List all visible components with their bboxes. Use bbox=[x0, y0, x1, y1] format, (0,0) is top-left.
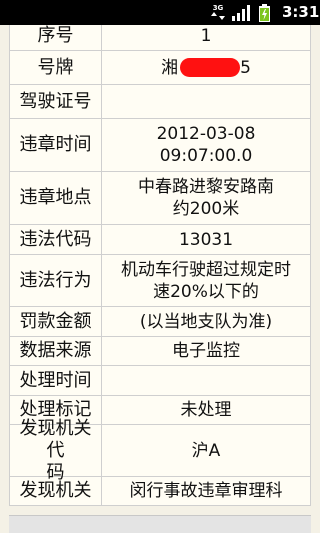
row-label: 序号 bbox=[10, 25, 102, 50]
table-row: 号牌 湘5 bbox=[10, 51, 310, 85]
row-label: 违法代码 bbox=[10, 225, 102, 254]
row-value bbox=[102, 85, 310, 118]
row-value: 1 bbox=[200, 25, 212, 46]
row-label: 罚款金额 bbox=[10, 307, 102, 336]
row-label: 驾驶证号 bbox=[10, 85, 102, 118]
plate-prefix: 湘 bbox=[161, 57, 179, 78]
row-label: 发现机关 bbox=[10, 477, 102, 505]
row-value: (以当地支队为准) bbox=[139, 311, 273, 332]
row-value: 2012-03-08 09:07:00.0 bbox=[156, 124, 256, 166]
row-value: 闵行事故违章审理科 bbox=[129, 481, 283, 501]
row-value: 13031 bbox=[178, 229, 234, 250]
row-label: 违法行为 bbox=[10, 255, 102, 306]
row-label: 发现机关代 码 bbox=[10, 418, 102, 483]
table-row: 违章地点 中春路进黎安路南 约200米 bbox=[10, 172, 310, 225]
bottom-panel bbox=[9, 515, 311, 533]
row-label: 违章地点 bbox=[10, 172, 102, 224]
clock: 3:31 bbox=[282, 3, 320, 21]
redaction-mark bbox=[180, 58, 241, 77]
row-value: 湘5 bbox=[102, 51, 310, 84]
row-value: 机动车行驶超过规定时 速20%以下的 bbox=[121, 259, 291, 302]
violation-detail-view[interactable]: 序号 1 号牌 湘5 驾驶证号 违章时间 2012-03-08 09:07:00… bbox=[0, 25, 320, 533]
row-label: 号牌 bbox=[10, 51, 102, 84]
row-value bbox=[102, 366, 310, 395]
table-row: 数据来源 电子监控 bbox=[10, 337, 310, 366]
row-value: 电子监控 bbox=[172, 341, 240, 361]
3g-icon: 3G bbox=[210, 4, 226, 22]
plate-suffix: 5 bbox=[240, 57, 251, 78]
row-label: 处理时间 bbox=[10, 366, 102, 395]
data-arrows-icon bbox=[211, 12, 225, 20]
violation-detail-table: 序号 1 号牌 湘5 驾驶证号 违章时间 2012-03-08 09:07:00… bbox=[9, 25, 311, 506]
row-label: 违章时间 bbox=[10, 119, 102, 171]
row-value: 沪A bbox=[191, 440, 221, 461]
table-row: 违法代码 13031 bbox=[10, 225, 310, 255]
row-label: 数据来源 bbox=[10, 337, 102, 365]
table-row: 违法行为 机动车行驶超过规定时 速20%以下的 bbox=[10, 255, 310, 307]
table-row: 违章时间 2012-03-08 09:07:00.0 bbox=[10, 119, 310, 172]
table-row: 罚款金额 (以当地支队为准) bbox=[10, 307, 310, 337]
table-row: 发现机关 闵行事故违章审理科 bbox=[10, 477, 310, 506]
network-type-label: 3G bbox=[212, 4, 224, 12]
battery-charging-icon bbox=[259, 4, 270, 22]
table-row: 驾驶证号 bbox=[10, 85, 310, 119]
row-value: 未处理 bbox=[180, 400, 232, 420]
table-row: 序号 1 bbox=[10, 25, 310, 51]
signal-icon bbox=[232, 5, 250, 21]
row-value: 中春路进黎安路南 约200米 bbox=[138, 177, 274, 219]
table-row: 发现机关代 码 沪A bbox=[10, 418, 310, 483]
table-row: 处理时间 bbox=[10, 366, 310, 396]
status-bar: 3G 3:31 bbox=[0, 0, 320, 25]
